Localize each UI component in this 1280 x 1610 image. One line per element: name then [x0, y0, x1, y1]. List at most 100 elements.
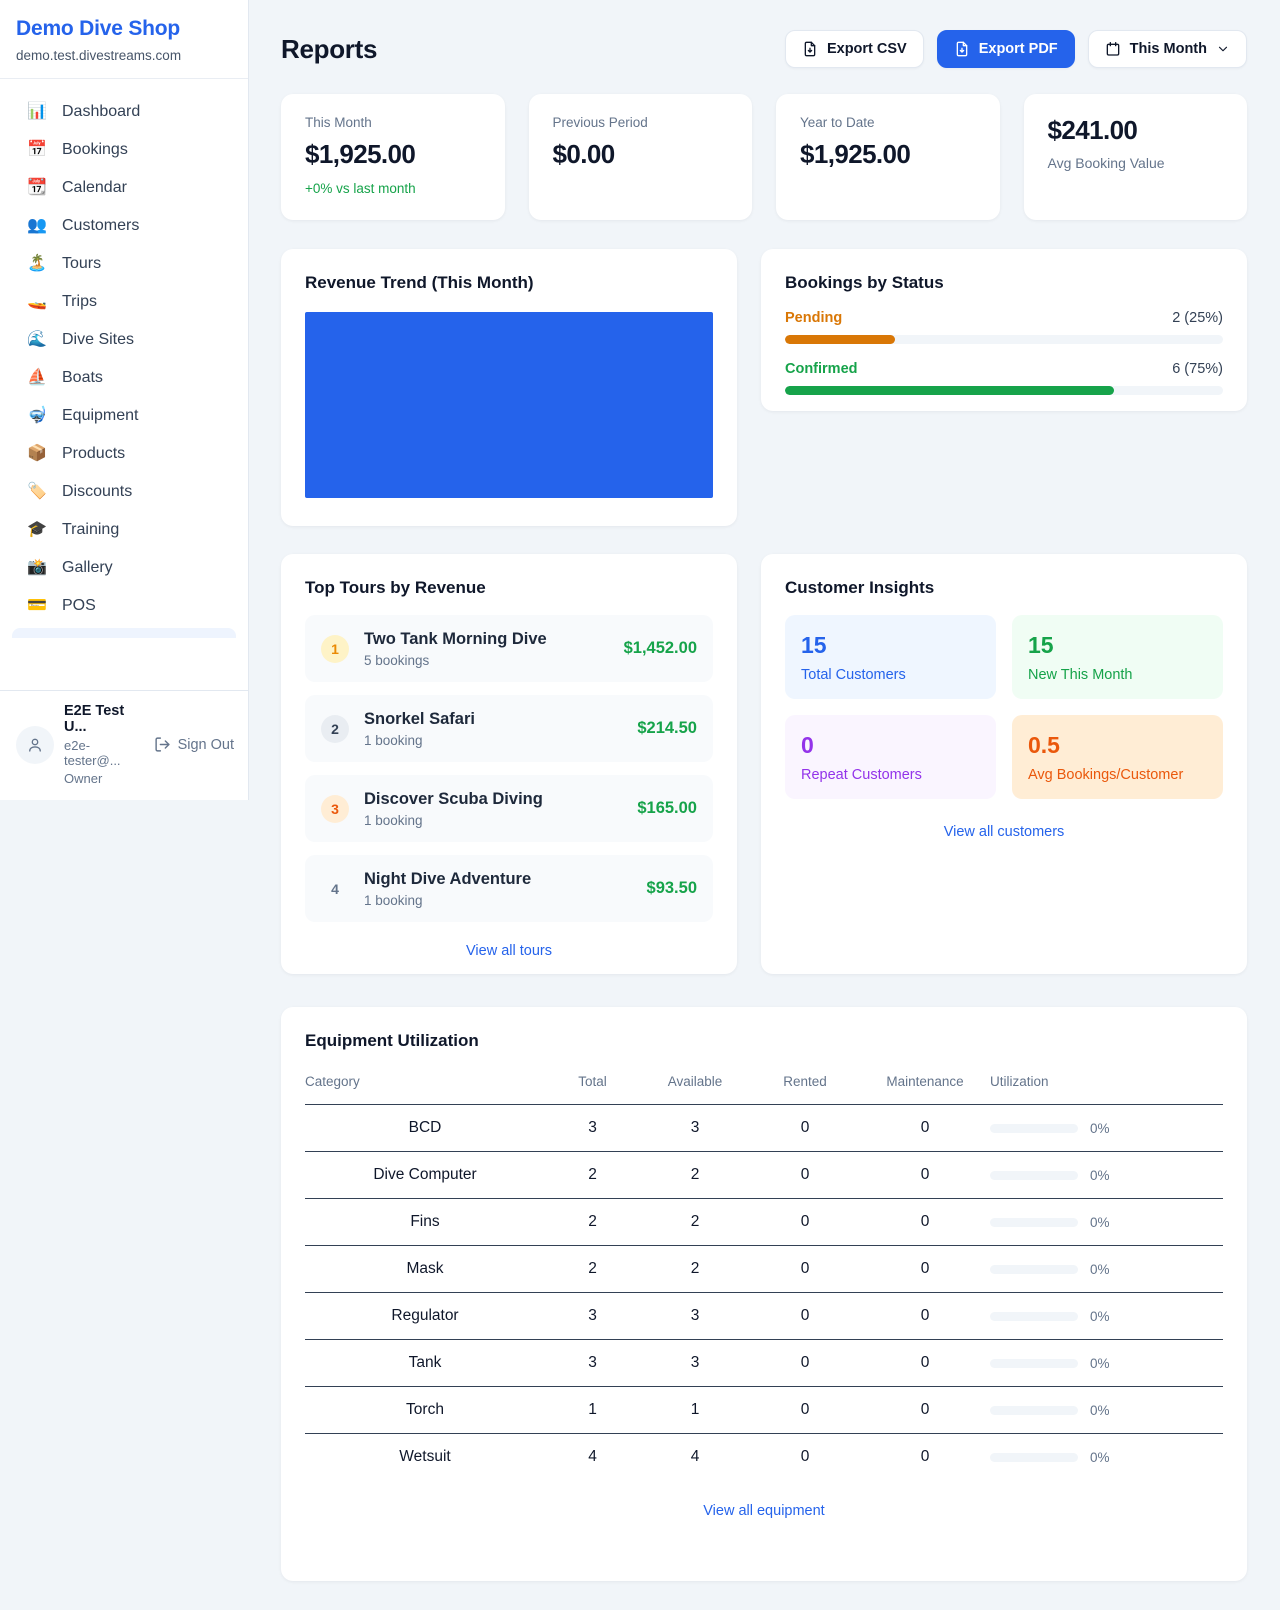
user-role: Owner: [64, 771, 144, 786]
sidebar-item-training[interactable]: 🎓 Training: [0, 511, 248, 549]
sidebar-item-label: Calendar: [62, 179, 127, 197]
sidebar-item-equipment[interactable]: 🤿 Equipment: [0, 397, 248, 435]
period-dropdown[interactable]: This Month: [1088, 30, 1247, 68]
sidebar-item-discounts[interactable]: 🏷️ Discounts: [0, 473, 248, 511]
stat-label: Previous Period: [553, 115, 729, 130]
customer-insights-title: Customer Insights: [785, 578, 1223, 598]
equip-available: 3: [640, 1293, 750, 1340]
view-all-customers-link[interactable]: View all customers: [944, 824, 1065, 840]
tour-row: 1 Two Tank Morning Dive 5 bookings $1,45…: [305, 615, 713, 682]
sidebar-item-reports-partial[interactable]: [12, 628, 236, 638]
export-pdf-label: Export PDF: [979, 41, 1058, 57]
status-label: Pending: [785, 310, 842, 326]
equip-available: 1: [640, 1387, 750, 1434]
tile-new-this-month: 15 New This Month: [1012, 615, 1223, 699]
file-download-icon: [954, 41, 970, 57]
tile-label: Repeat Customers: [801, 767, 980, 783]
tour-bookings: 5 bookings: [364, 653, 609, 668]
sidebar-item-dive-sites[interactable]: 🌊 Dive Sites: [0, 321, 248, 359]
sidebar-item-boats[interactable]: ⛵ Boats: [0, 359, 248, 397]
utilization-pct: 0%: [1090, 1403, 1110, 1418]
sidebar-item-products[interactable]: 📦 Products: [0, 435, 248, 473]
header-actions: Export CSV Export PDF This Month: [785, 30, 1247, 68]
column-header-rented: Rented: [750, 1066, 860, 1105]
equip-available: 3: [640, 1340, 750, 1387]
brand-domain: demo.test.divestreams.com: [16, 48, 232, 63]
rank-badge: 2: [321, 715, 349, 743]
stat-card-this-month: This Month $1,925.00 +0% vs last month: [281, 94, 505, 220]
status-count: 6 (75%): [1172, 361, 1223, 377]
tour-name: Snorkel Safari: [364, 710, 622, 729]
status-row-confirmed: Confirmed 6 (75%): [785, 361, 1223, 395]
equip-total: 3: [545, 1340, 640, 1387]
bookings-status-title: Bookings by Status: [785, 273, 1223, 293]
sidebar-item-label: Customers: [62, 217, 139, 235]
stat-delta: +0% vs last month: [305, 181, 481, 196]
tile-label: New This Month: [1028, 667, 1207, 683]
avatar: [16, 726, 54, 764]
sidebar-item-tours[interactable]: 🏝️ Tours: [0, 245, 248, 283]
utilization-bar: [990, 1406, 1078, 1415]
status-bar-fill: [785, 335, 895, 344]
calendar-icon: [1105, 41, 1121, 57]
utilization-pct: 0%: [1090, 1121, 1110, 1136]
equip-rented: 0: [750, 1246, 860, 1293]
view-all-tours-link[interactable]: View all tours: [466, 943, 552, 959]
equip-rented: 0: [750, 1105, 860, 1152]
table-row: Torch 1 1 0 0 0%: [305, 1387, 1223, 1434]
stat-card-previous-period: Previous Period $0.00: [529, 94, 753, 220]
column-header-category: Category: [305, 1066, 545, 1105]
products-icon: 📦: [27, 446, 47, 462]
sidebar-item-label: Dashboard: [62, 103, 140, 121]
sidebar-item-bookings[interactable]: 📅 Bookings: [0, 131, 248, 169]
stats-row: This Month $1,925.00 +0% vs last month P…: [281, 94, 1247, 220]
sidebar-item-pos[interactable]: 💳 POS: [0, 587, 248, 625]
bookings-icon: 📅: [27, 142, 47, 158]
tile-value: 15: [1028, 632, 1207, 659]
sidebar-item-gallery[interactable]: 📸 Gallery: [0, 549, 248, 587]
top-tours-title: Top Tours by Revenue: [305, 578, 713, 598]
stat-value: $241.00: [1048, 115, 1224, 146]
equip-maintenance: 0: [860, 1152, 990, 1199]
tour-row: 4 Night Dive Adventure 1 booking $93.50: [305, 855, 713, 922]
rank-badge: 4: [321, 875, 349, 903]
tile-value: 15: [801, 632, 980, 659]
sidebar-item-calendar[interactable]: 📆 Calendar: [0, 169, 248, 207]
equip-maintenance: 0: [860, 1434, 990, 1481]
tile-value: 0: [801, 732, 980, 759]
stat-value: $1,925.00: [305, 139, 481, 170]
equip-maintenance: 0: [860, 1199, 990, 1246]
rank-badge: 3: [321, 795, 349, 823]
equipment-icon: 🤿: [27, 408, 47, 424]
utilization-bar: [990, 1453, 1078, 1462]
export-pdf-button[interactable]: Export PDF: [937, 30, 1075, 68]
utilization-pct: 0%: [1090, 1450, 1110, 1465]
boats-icon: ⛵: [27, 370, 47, 386]
export-csv-button[interactable]: Export CSV: [785, 30, 924, 68]
stat-value: $1,925.00: [800, 139, 976, 170]
discounts-icon: 🏷️: [27, 484, 47, 500]
table-row: Wetsuit 4 4 0 0 0%: [305, 1434, 1223, 1481]
user-info: E2E Test U... e2e-tester@... Owner: [64, 703, 144, 786]
sidebar-item-customers[interactable]: 👥 Customers: [0, 207, 248, 245]
calendar-icon: 📆: [27, 180, 47, 196]
sidebar-item-trips[interactable]: 🚤 Trips: [0, 283, 248, 321]
equip-category: Regulator: [305, 1293, 545, 1340]
revenue-trend-chart: [305, 312, 713, 498]
utilization-bar: [990, 1265, 1078, 1274]
tile-total-customers: 15 Total Customers: [785, 615, 996, 699]
sign-out-label: Sign Out: [178, 737, 234, 753]
status-label: Confirmed: [785, 361, 858, 377]
sign-out-button[interactable]: Sign Out: [154, 736, 234, 753]
bookings-status-card: Bookings by Status Pending 2 (25%) Confi…: [761, 249, 1247, 411]
insight-tiles: 15 Total Customers 15 New This Month 0 R…: [785, 615, 1223, 799]
view-all-equipment-link[interactable]: View all equipment: [703, 1503, 824, 1519]
status-count: 2 (25%): [1172, 310, 1223, 326]
sidebar-item-dashboard[interactable]: 📊 Dashboard: [0, 93, 248, 131]
sidebar-item-label: Boats: [62, 369, 103, 387]
table-row: Tank 3 3 0 0 0%: [305, 1340, 1223, 1387]
table-row: Fins 2 2 0 0 0%: [305, 1199, 1223, 1246]
customers-icon: 👥: [27, 218, 47, 234]
equip-total: 3: [545, 1293, 640, 1340]
page-header: Reports Export CSV Export PDF This Month: [281, 30, 1247, 68]
